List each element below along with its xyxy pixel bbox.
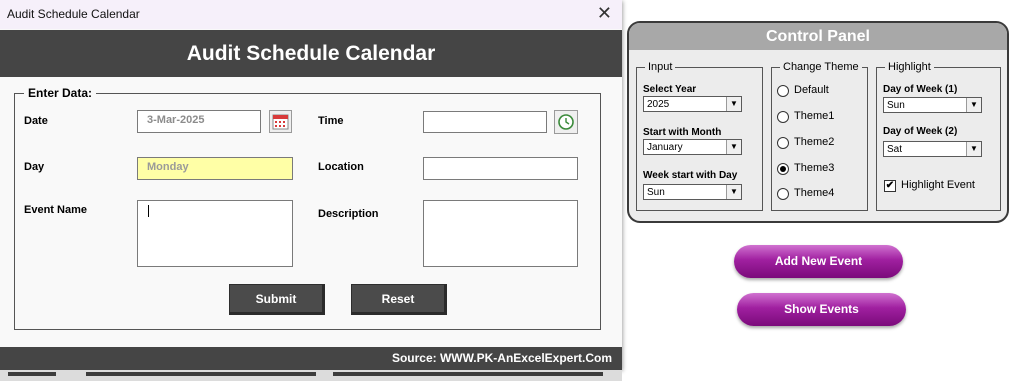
calendar-button[interactable] <box>269 110 292 133</box>
select-year-dropdown[interactable]: 2025 ▼ <box>643 96 742 112</box>
dow2-value: Sat <box>887 144 903 155</box>
control-panel: Control Panel Input Select Year 2025 ▼ S… <box>627 21 1009 223</box>
text-caret <box>148 205 149 217</box>
change-theme-legend: Change Theme <box>780 61 862 73</box>
show-events-button[interactable]: Show Events <box>737 293 906 326</box>
event-name-field[interactable] <box>137 200 293 267</box>
form-window: Audit Schedule Calendar ✕ Audit Schedule… <box>0 0 622 370</box>
dow2-dropdown[interactable]: Sat ▼ <box>883 141 982 157</box>
dow1-label: Day of Week (1) <box>883 84 958 95</box>
control-panel-title: Control Panel <box>765 28 870 45</box>
window-title: Audit Schedule Calendar <box>7 7 140 21</box>
form-footer: Source: WWW.PK-AnExcelExpert.Com <box>0 347 622 370</box>
chevron-down-icon: ▼ <box>966 98 981 112</box>
highlight-event-label: Highlight Event <box>901 179 975 191</box>
day-label: Day <box>24 161 45 173</box>
highlight-event-checkbox[interactable]: ✔ <box>884 180 896 192</box>
start-month-value: January <box>647 142 683 153</box>
clock-button[interactable] <box>554 110 578 134</box>
radio-theme4-label: Theme4 <box>794 187 835 199</box>
time-field[interactable] <box>423 111 547 133</box>
time-label: Time <box>318 115 344 127</box>
chevron-down-icon: ▼ <box>726 140 741 154</box>
date-label: Date <box>24 115 48 127</box>
week-start-label: Week start with Day <box>643 170 738 181</box>
dow1-value: Sun <box>887 100 905 111</box>
title-bar: Audit Schedule Calendar ✕ <box>0 0 622 29</box>
radio-theme1-label: Theme1 <box>794 110 835 122</box>
location-field[interactable] <box>423 157 578 180</box>
calendar-icon <box>272 114 289 130</box>
start-month-label: Start with Month <box>643 127 722 138</box>
chevron-down-icon: ▼ <box>726 185 741 199</box>
dow2-label: Day of Week (2) <box>883 126 958 137</box>
form-banner: Audit Schedule Calendar <box>0 30 622 77</box>
radio-theme1[interactable] <box>777 111 789 123</box>
highlight-legend: Highlight <box>885 61 934 73</box>
radio-theme3-label: Theme3 <box>794 162 835 174</box>
description-label: Description <box>318 208 379 220</box>
radio-default-label: Default <box>794 84 829 96</box>
add-new-event-button[interactable]: Add New Event <box>734 245 903 278</box>
background-strip <box>0 370 622 381</box>
source-text: Source: WWW.PK-AnExcelExpert.Com <box>391 351 612 365</box>
control-panel-header: Control Panel <box>629 23 1007 50</box>
start-month-dropdown[interactable]: January ▼ <box>643 139 742 155</box>
radio-theme4[interactable] <box>777 188 789 200</box>
event-name-label: Event Name <box>24 204 87 216</box>
dow1-dropdown[interactable]: Sun ▼ <box>883 97 982 113</box>
description-field[interactable] <box>423 200 578 267</box>
location-label: Location <box>318 161 364 173</box>
select-year-label: Select Year <box>643 84 697 95</box>
chevron-down-icon: ▼ <box>966 142 981 156</box>
week-start-value: Sun <box>647 187 665 198</box>
input-legend: Input <box>645 61 676 73</box>
week-start-dropdown[interactable]: Sun ▼ <box>643 184 742 200</box>
submit-button[interactable]: Submit <box>229 284 325 315</box>
radio-theme2-label: Theme2 <box>794 136 835 148</box>
close-icon[interactable]: ✕ <box>597 3 612 24</box>
reset-button[interactable]: Reset <box>351 284 447 315</box>
banner-title: Audit Schedule Calendar <box>186 42 436 65</box>
date-field[interactable]: 3-Mar-2025 <box>137 110 261 133</box>
radio-theme3[interactable] <box>777 163 789 175</box>
day-field[interactable]: Monday <box>137 157 293 180</box>
radio-default[interactable] <box>777 85 789 97</box>
chevron-down-icon: ▼ <box>726 97 741 111</box>
select-year-value: 2025 <box>647 99 670 110</box>
clock-icon <box>558 114 574 130</box>
radio-theme2[interactable] <box>777 137 789 149</box>
enter-data-legend: Enter Data: <box>24 86 97 100</box>
